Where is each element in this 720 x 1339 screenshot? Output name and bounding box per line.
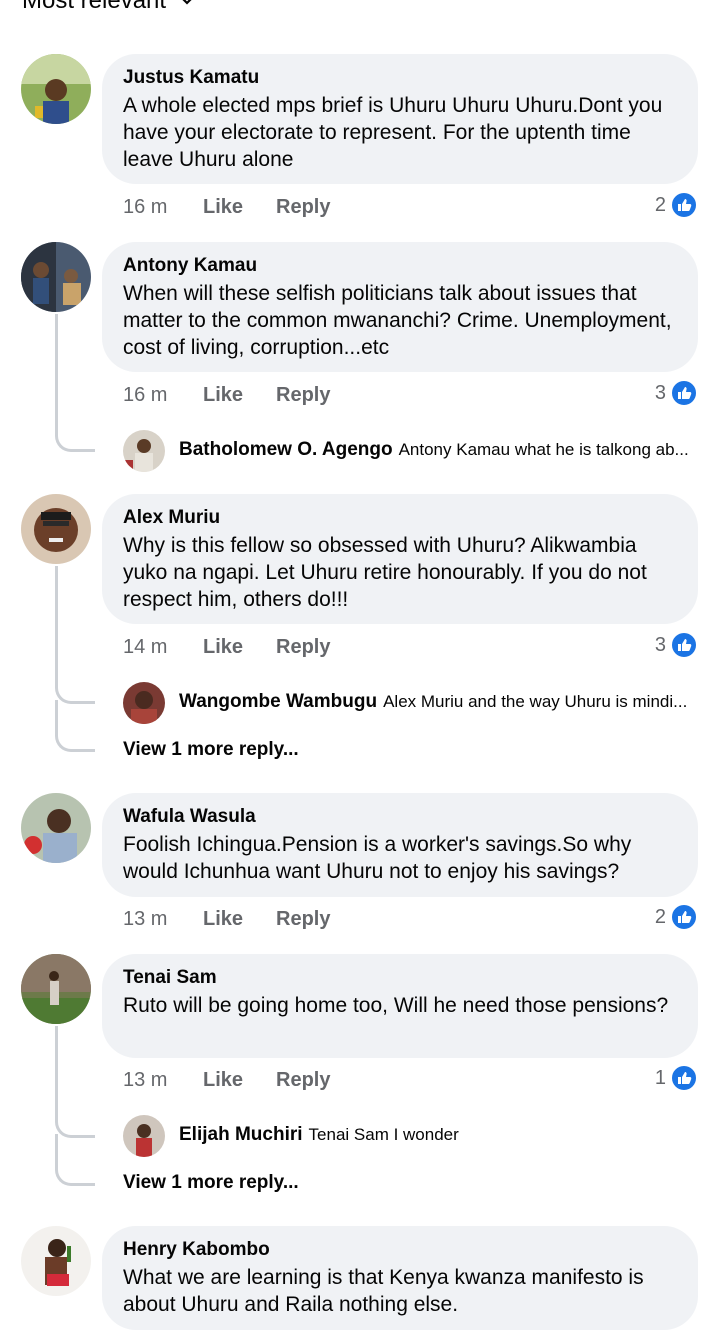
comment-text: When will these selfish politicians talk… [123, 282, 672, 359]
reply-preview[interactable]: Wangombe Wambugu Alex Muriu and the way U… [123, 682, 703, 724]
thread-line [55, 314, 95, 452]
like-button[interactable]: Like [203, 384, 276, 407]
sort-label: Most relevant [22, 0, 167, 14]
reply-text-line: Elijah Muchiri Tenai Sam I wonder [179, 1124, 699, 1146]
thread-line [55, 1026, 95, 1138]
comment-text: Why is this fellow so obsessed with Uhur… [123, 534, 647, 611]
reply-snippet: Alex Muriu and the way Uhuru is mindi... [383, 692, 688, 711]
reply-avatar[interactable] [123, 430, 165, 472]
reply-text-line: Batholomew O. Agengo Antony Kamau what he… [179, 439, 699, 461]
reaction-count[interactable]: 2 [655, 190, 698, 220]
thumbs-up-icon [670, 631, 698, 659]
comment-time[interactable]: 13 m [123, 908, 203, 931]
chevron-down-icon [182, 0, 192, 5]
comment-text: Foolish Ichingua.Pension is a worker's s… [123, 833, 632, 883]
comment-author[interactable]: Alex Muriu [123, 506, 676, 530]
comment-time[interactable]: 16 m [123, 196, 203, 219]
view-more-replies[interactable]: View 1 more reply... [123, 739, 299, 761]
reaction-number: 3 [654, 381, 666, 404]
reply-text-line: Wangombe Wambugu Alex Muriu and the way U… [179, 691, 699, 713]
reply-preview[interactable]: Batholomew O. Agengo Antony Kamau what he… [123, 430, 703, 472]
comment-text: A whole elected mps brief is Uhuru Uhuru… [123, 94, 663, 171]
reply-button[interactable]: Reply [276, 384, 330, 407]
comment-bubble[interactable]: Tenai Sam Ruto will be going home too, W… [102, 954, 698, 1058]
reply-button[interactable]: Reply [276, 908, 330, 931]
thumbs-up-icon [670, 191, 698, 219]
reply-preview[interactable]: Elijah Muchiri Tenai Sam I wonder [123, 1115, 703, 1157]
like-button[interactable]: Like [203, 636, 276, 659]
comment-author[interactable]: Justus Kamatu [123, 66, 676, 90]
comment-actions: 16 m Like Reply [123, 192, 330, 222]
comment-time[interactable]: 14 m [123, 636, 203, 659]
reply-button[interactable]: Reply [276, 196, 330, 219]
thumbs-up-icon [670, 903, 698, 931]
avatar[interactable] [21, 242, 91, 312]
thumbs-up-icon [670, 379, 698, 407]
comment-text: Ruto will be going home too, Will he nee… [123, 994, 669, 1017]
avatar[interactable] [21, 54, 91, 124]
reaction-number: 2 [654, 905, 666, 928]
reply-avatar[interactable] [123, 682, 165, 724]
reaction-count[interactable]: 3 [655, 378, 698, 408]
like-button[interactable]: Like [203, 196, 276, 219]
comment-text: What we are learning is that Kenya kwanz… [123, 1266, 644, 1316]
comment-bubble[interactable]: Wafula Wasula Foolish Ichingua.Pension i… [102, 793, 698, 897]
thumbs-up-icon [670, 1064, 698, 1092]
sort-dropdown[interactable]: Most relevant [22, 0, 194, 16]
comment-bubble[interactable]: Antony Kamau When will these selfish pol… [102, 242, 698, 372]
reaction-count[interactable]: 3 [655, 630, 698, 660]
comment-bubble[interactable]: Alex Muriu Why is this fellow so obsesse… [102, 494, 698, 624]
reaction-number: 2 [654, 193, 666, 216]
reaction-count[interactable]: 2 [655, 902, 698, 932]
comment-author[interactable]: Antony Kamau [123, 254, 676, 278]
reply-snippet: Antony Kamau what he is talkong ab... [398, 440, 689, 459]
like-button[interactable]: Like [203, 908, 276, 931]
comment-author[interactable]: Wafula Wasula [123, 805, 676, 829]
reaction-number: 1 [654, 1066, 666, 1089]
comment-bubble[interactable]: Justus Kamatu A whole elected mps brief … [102, 54, 698, 184]
thread-line [55, 1134, 95, 1186]
thread-line [55, 700, 95, 752]
reply-button[interactable]: Reply [276, 1069, 330, 1092]
comment-time[interactable]: 16 m [123, 384, 203, 407]
reply-snippet: Tenai Sam I wonder [308, 1125, 459, 1144]
avatar[interactable] [21, 793, 91, 863]
avatar[interactable] [21, 954, 91, 1024]
reaction-number: 3 [654, 633, 666, 656]
view-more-replies[interactable]: View 1 more reply... [123, 1172, 299, 1194]
comment-time[interactable]: 13 m [123, 1069, 203, 1092]
comment-author[interactable]: Tenai Sam [123, 966, 676, 990]
reply-button[interactable]: Reply [276, 636, 330, 659]
comment-actions: 14 m Like Reply [123, 632, 330, 662]
comment-actions: 13 m Like Reply [123, 1065, 330, 1095]
reply-author[interactable]: Batholomew O. Agengo [179, 439, 393, 460]
comment-bubble[interactable]: Henry Kabombo What we are learning is th… [102, 1226, 698, 1330]
reply-author[interactable]: Wangombe Wambugu [179, 691, 377, 712]
reaction-count[interactable]: 1 [655, 1063, 698, 1093]
avatar[interactable] [21, 1226, 91, 1296]
thread-line [55, 566, 95, 704]
reply-author[interactable]: Elijah Muchiri [179, 1124, 303, 1145]
comment-author[interactable]: Henry Kabombo [123, 1238, 676, 1262]
comment-actions: 13 m Like Reply [123, 904, 330, 934]
avatar[interactable] [21, 494, 91, 564]
comment-actions: 16 m Like Reply [123, 380, 330, 410]
reply-avatar[interactable] [123, 1115, 165, 1157]
like-button[interactable]: Like [203, 1069, 276, 1092]
